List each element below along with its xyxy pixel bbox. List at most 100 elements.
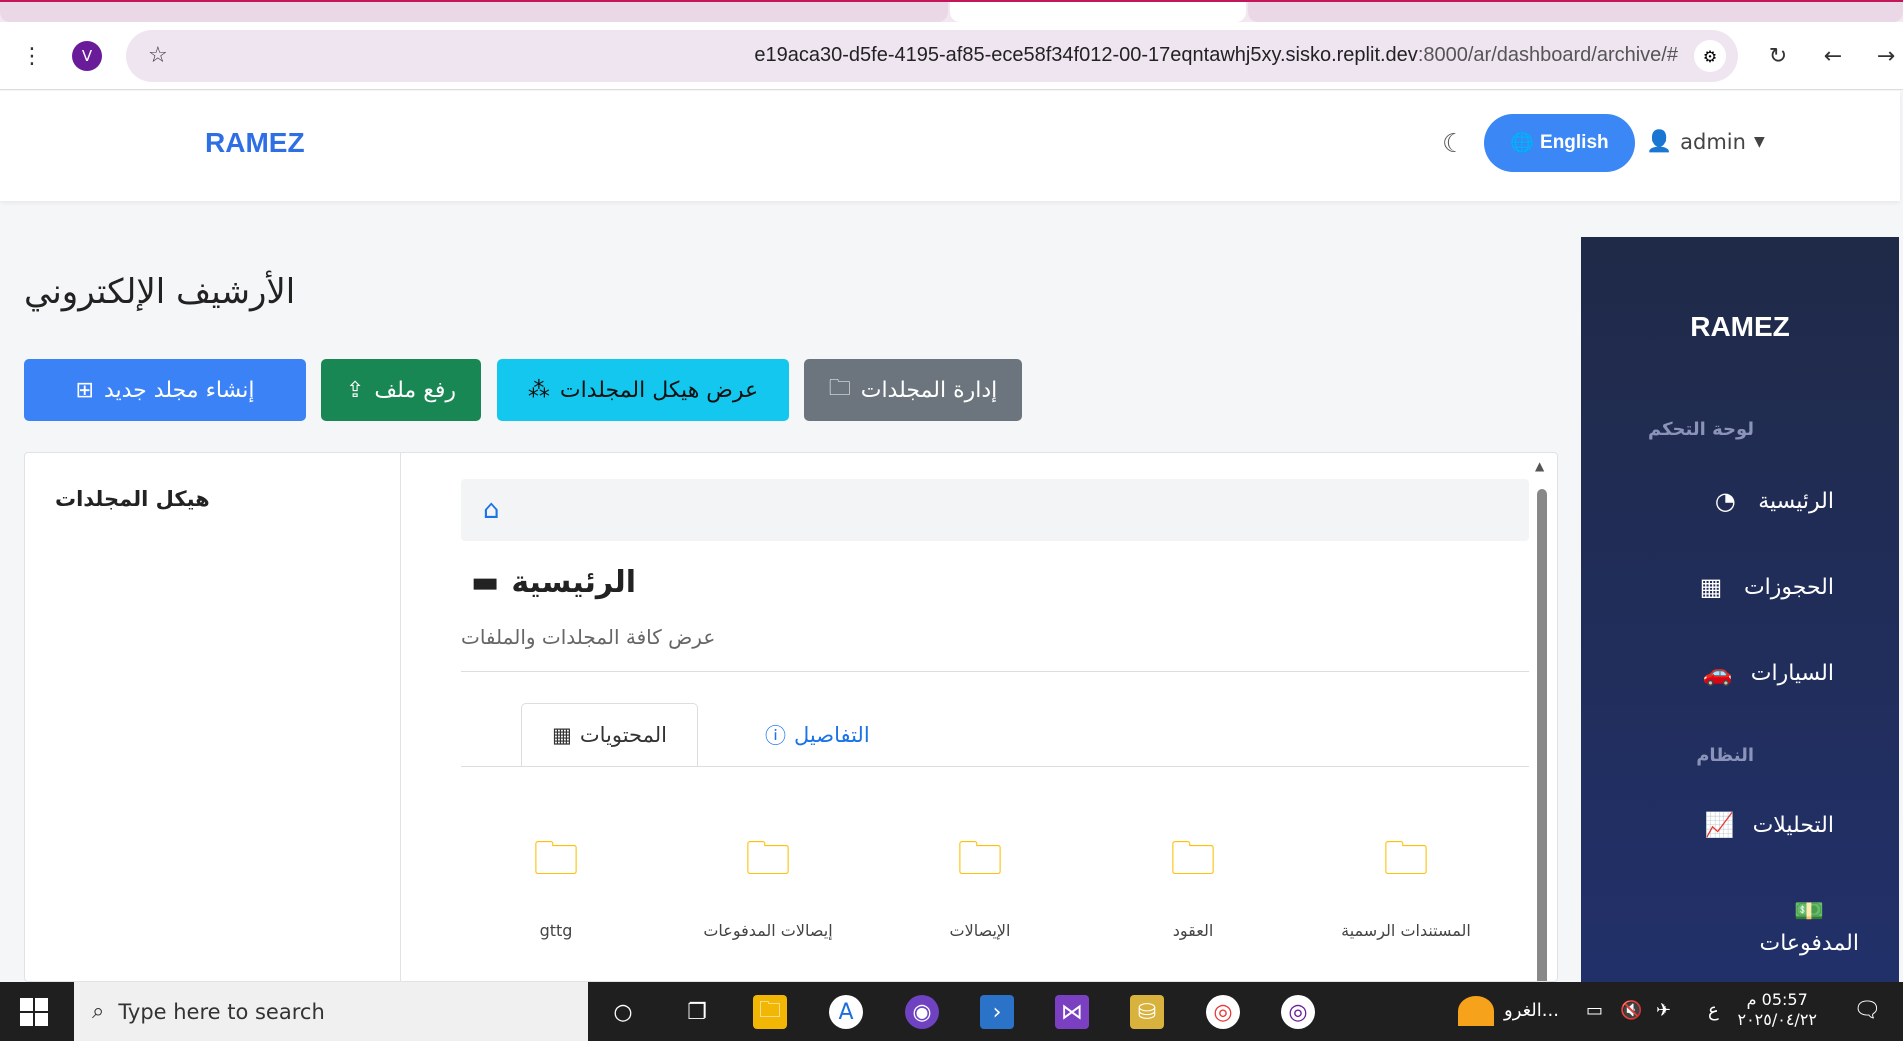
file-explorer-icon[interactable]: 🗀 — [753, 995, 787, 1029]
volume-muted-icon[interactable]: 🔇 — [1620, 1000, 1642, 1021]
network-icon[interactable]: ▭ — [1586, 1000, 1603, 1021]
scrollbar-thumb[interactable] — [1537, 489, 1547, 981]
folder-item[interactable]: 🗀 الإيصالات — [880, 835, 1080, 940]
weather-text[interactable]: الغرو... — [1504, 1000, 1559, 1021]
folder-item-label: إيصالات المدفوعات — [703, 921, 833, 940]
folder-item-label: gttg — [539, 921, 573, 940]
current-folder-title: الرئيسية ▬ — [471, 565, 636, 600]
scroll-up-icon[interactable]: ▲ — [1535, 459, 1544, 473]
browser-tab-active[interactable] — [950, 2, 1246, 22]
user-name: admin — [1680, 129, 1746, 154]
taskbar: ⌕ Type here to search ○ ❐ 🗀 A ◉ › ⋈ ⛁ ◎ … — [0, 982, 1903, 1041]
browser-toolbar: ⋮ V ☆ e19aca30-d5fe-4195-af85-ece58f34f0… — [0, 22, 1903, 90]
forward-icon[interactable]: → — [1870, 40, 1902, 72]
input-language-indicator[interactable]: ع — [1708, 1000, 1719, 1021]
dark-mode-toggle-icon[interactable]: ☾ — [1442, 129, 1465, 159]
show-tree-button[interactable]: عرض هيكل المجلدات ⁂ — [497, 359, 789, 421]
hdd-icon: ▬ — [471, 565, 500, 600]
search-icon: ⌕ — [92, 999, 105, 1024]
sidebar-item-label: الرئيسية — [1758, 488, 1834, 514]
folder-item[interactable]: 🗀 gttg — [456, 835, 656, 940]
sidebar-section-dashboard: لوحة التحكم — [1647, 419, 1754, 440]
header-brand[interactable]: RAMEZ — [205, 127, 305, 159]
archive-panel: هيكل المجلدات ⌂ الرئيسية ▬ عرض كافة المج… — [24, 452, 1558, 982]
folder-icon: 🗀 — [1383, 831, 1429, 885]
visual-studio-icon[interactable]: ⋈ — [1055, 995, 1089, 1029]
sidebar-item-bookings[interactable]: الحجوزات ▦ — [1696, 573, 1834, 601]
folder-plus-icon: ⊞ — [75, 377, 94, 403]
sidebar-item-label: السيارات — [1750, 660, 1834, 686]
scrollbar[interactable]: ▲ — [1535, 459, 1549, 981]
taskbar-search[interactable]: ⌕ Type here to search — [74, 982, 588, 1041]
notifications-icon[interactable]: 🗨 — [1853, 998, 1881, 1023]
sidebar-section-system: النظام — [1696, 745, 1754, 766]
sidebar: RAMEZ لوحة التحكم الرئيسية ◔ الحجوزات ▦ … — [1581, 237, 1899, 982]
database-tool-icon[interactable]: ⛁ — [1130, 995, 1164, 1029]
gauge-icon: ◔ — [1714, 487, 1736, 515]
address-bar[interactable]: ☆ e19aca30-d5fe-4195-af85-ece58f34f012-0… — [126, 30, 1738, 82]
show-tree-button-label: عرض هيكل المجلدات — [559, 377, 759, 403]
globe-icon: 🌐 — [1510, 133, 1535, 154]
airplane-icon[interactable]: ✈ — [1656, 1000, 1671, 1021]
task-view-icon[interactable]: ❐ — [680, 995, 714, 1029]
sidebar-item-label: الحجوزات — [1743, 574, 1834, 600]
folder-icon: 🗀 — [957, 831, 1003, 885]
upload-file-button[interactable]: رفع ملف ⇪ — [321, 359, 481, 421]
sidebar-item-analytics[interactable]: التحليلات 📈 — [1705, 811, 1834, 839]
sidebar-item-payments[interactable]: 💵 المدفوعات — [1759, 897, 1859, 956]
folder-icon: 🗀 — [533, 831, 579, 885]
sitemap-icon: ⁂ — [527, 377, 550, 403]
new-folder-button-label: إنشاء مجلد جديد — [103, 377, 255, 403]
folder-icon: 🗀 — [828, 376, 851, 401]
url-host: e19aca30-d5fe-4195-af85-ece58f34f012-00-… — [754, 44, 1418, 66]
taskbar-search-placeholder: Type here to search — [118, 999, 325, 1024]
manage-folders-button[interactable]: إدارة المجلدات 🗀 — [804, 359, 1022, 421]
github-icon[interactable]: ◉ — [905, 995, 939, 1029]
sidebar-item-cars[interactable]: السيارات 🚗 — [1703, 659, 1834, 687]
language-button[interactable]: 🌐 English — [1484, 114, 1635, 172]
browser-tab[interactable] — [1248, 2, 1903, 22]
folder-item[interactable]: 🗀 إيصالات المدفوعات — [668, 835, 868, 940]
reload-icon[interactable]: ↻ — [1762, 40, 1794, 72]
powershell-icon[interactable]: › — [980, 995, 1014, 1029]
clock-date: ٢٠٢٥/٠٤/٢٢ — [1737, 1010, 1817, 1029]
language-button-label: English — [1540, 132, 1609, 153]
table-icon: ▦ — [552, 723, 572, 747]
sidebar-brand[interactable]: RAMEZ — [1581, 311, 1899, 343]
tab-details-label: التفاصيل — [794, 723, 870, 747]
chrome-profile-icon[interactable]: ◎ — [1281, 995, 1315, 1029]
sidebar-item-home[interactable]: الرئيسية ◔ — [1710, 487, 1834, 515]
sidebar-item-label: المدفوعات — [1759, 931, 1859, 956]
new-folder-button[interactable]: إنشاء مجلد جديد ⊞ — [24, 359, 306, 421]
site-settings-icon[interactable]: ⚙ — [1694, 40, 1726, 72]
browser-tab[interactable] — [0, 2, 948, 22]
url-text[interactable]: e19aca30-d5fe-4195-af85-ece58f34f012-00-… — [754, 44, 1678, 67]
url-path: :8000/ar/dashboard/archive/# — [1417, 44, 1678, 66]
tab-details[interactable]: التفاصيل ⓘ — [735, 703, 900, 767]
chrome-icon[interactable]: ◎ — [1206, 995, 1240, 1029]
profile-avatar[interactable]: V — [72, 41, 102, 71]
folder-item[interactable]: 🗀 المستندات الرسمية — [1306, 835, 1506, 940]
weather-icon[interactable] — [1458, 996, 1494, 1026]
bookmark-star-icon[interactable]: ☆ — [148, 43, 168, 68]
tab-contents[interactable]: المحتويات ▦ — [521, 703, 698, 767]
user-cog-icon: 👤 — [1646, 129, 1673, 153]
current-folder-name: الرئيسية — [511, 565, 637, 600]
folder-tree-panel: هيكل المجلدات — [25, 453, 401, 981]
clock-time: 05:57 م — [1746, 990, 1808, 1009]
back-icon[interactable]: ← — [1817, 40, 1849, 72]
chart-line-icon: 📈 — [1704, 811, 1735, 839]
tabs-divider — [461, 766, 1529, 767]
caret-down-icon: ▼ — [1753, 133, 1765, 150]
folder-item-label: العقود — [1172, 921, 1214, 940]
folder-item[interactable]: 🗀 العقود — [1093, 835, 1293, 940]
windows-start-icon[interactable] — [20, 998, 48, 1026]
cortana-icon[interactable]: ○ — [606, 995, 640, 1029]
folder-item-label: المستندات الرسمية — [1341, 921, 1471, 940]
home-icon[interactable]: ⌂ — [483, 495, 500, 525]
info-circle-icon: ⓘ — [765, 724, 786, 748]
app-store-icon[interactable]: A — [829, 995, 863, 1029]
browser-menu-icon[interactable]: ⋮ — [16, 40, 48, 72]
user-menu[interactable]: 👤 admin ▼ — [1646, 129, 1765, 154]
taskbar-clock[interactable]: 05:57 م ٢٠٢٥/٠٤/٢٢ — [1737, 990, 1817, 1030]
